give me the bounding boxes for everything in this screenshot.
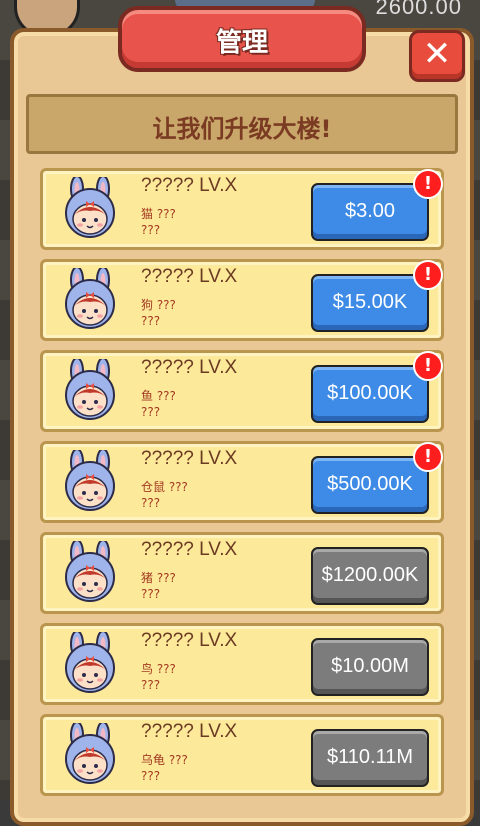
alert-badge-icon: !: [413, 351, 443, 381]
panel-title: 管理: [215, 28, 268, 58]
item-subtext: ???: [141, 496, 161, 510]
item-animal: 猪 ???: [141, 571, 176, 585]
bunny-avatar-icon: [59, 177, 121, 239]
panel-title-tab: 管理: [118, 6, 366, 72]
item-animal: 鸟 ???: [141, 662, 176, 676]
buy-button[interactable]: $500.00K: [311, 456, 429, 514]
item-name: ????? LV.X: [141, 721, 238, 742]
close-icon: ✕: [422, 34, 452, 74]
upgrade-list[interactable]: ????? LV.X 猫 ?????? $3.00! ????? LV.X 狗 ????…: [32, 160, 450, 800]
item-name: ????? LV.X: [141, 539, 238, 560]
item-name: ????? LV.X: [141, 266, 238, 287]
upgrade-item: ????? LV.X 鸟 ?????? $10.00M: [40, 623, 444, 705]
item-subtext: ???: [141, 769, 161, 783]
upgrade-banner-text: 让我们升级大楼!: [152, 115, 332, 143]
upgrade-item: ????? LV.X 狗 ?????? $15.00K!: [40, 259, 444, 341]
item-name: ????? LV.X: [141, 448, 238, 469]
bunny-avatar-icon: [59, 450, 121, 512]
buy-button[interactable]: $100.00K: [311, 365, 429, 423]
upgrade-item: ????? LV.X 猪 ?????? $1200.00K: [40, 532, 444, 614]
item-animal: 猫 ???: [141, 207, 176, 221]
coin-counter: 2600.00: [375, 0, 462, 19]
buy-button[interactable]: $3.00: [311, 183, 429, 241]
buy-button[interactable]: $1200.00K: [311, 547, 429, 605]
upgrade-item: ????? LV.X 鱼 ?????? $100.00K!: [40, 350, 444, 432]
item-animal: 乌龟 ???: [141, 753, 188, 767]
bunny-avatar-icon: [59, 541, 121, 603]
upgrade-item: ????? LV.X 猫 ?????? $3.00!: [40, 168, 444, 250]
buy-button[interactable]: $110.11M: [311, 729, 429, 787]
item-subtext: ???: [141, 223, 161, 237]
bunny-avatar-icon: [59, 268, 121, 330]
item-animal: 鱼 ???: [141, 389, 176, 403]
item-animal: 仓鼠 ???: [141, 480, 188, 494]
item-name: ????? LV.X: [141, 630, 238, 651]
upgrade-banner: 让我们升级大楼!: [26, 94, 458, 154]
alert-badge-icon: !: [413, 169, 443, 199]
item-animal: 狗 ???: [141, 298, 176, 312]
close-button[interactable]: ✕: [409, 30, 465, 82]
upgrade-item: ????? LV.X 乌龟 ?????? $110.11M: [40, 714, 444, 796]
alert-badge-icon: !: [413, 442, 443, 472]
item-name: ????? LV.X: [141, 175, 238, 196]
item-subtext: ???: [141, 678, 161, 692]
item-subtext: ???: [141, 314, 161, 328]
item-subtext: ???: [141, 405, 161, 419]
buy-button[interactable]: $10.00M: [311, 638, 429, 696]
item-subtext: ???: [141, 587, 161, 601]
upgrade-item: ????? LV.X 仓鼠 ?????? $500.00K!: [40, 441, 444, 523]
bunny-avatar-icon: [59, 723, 121, 785]
bunny-avatar-icon: [59, 359, 121, 421]
item-name: ????? LV.X: [141, 357, 238, 378]
bunny-avatar-icon: [59, 632, 121, 694]
buy-button[interactable]: $15.00K: [311, 274, 429, 332]
alert-badge-icon: !: [413, 260, 443, 290]
